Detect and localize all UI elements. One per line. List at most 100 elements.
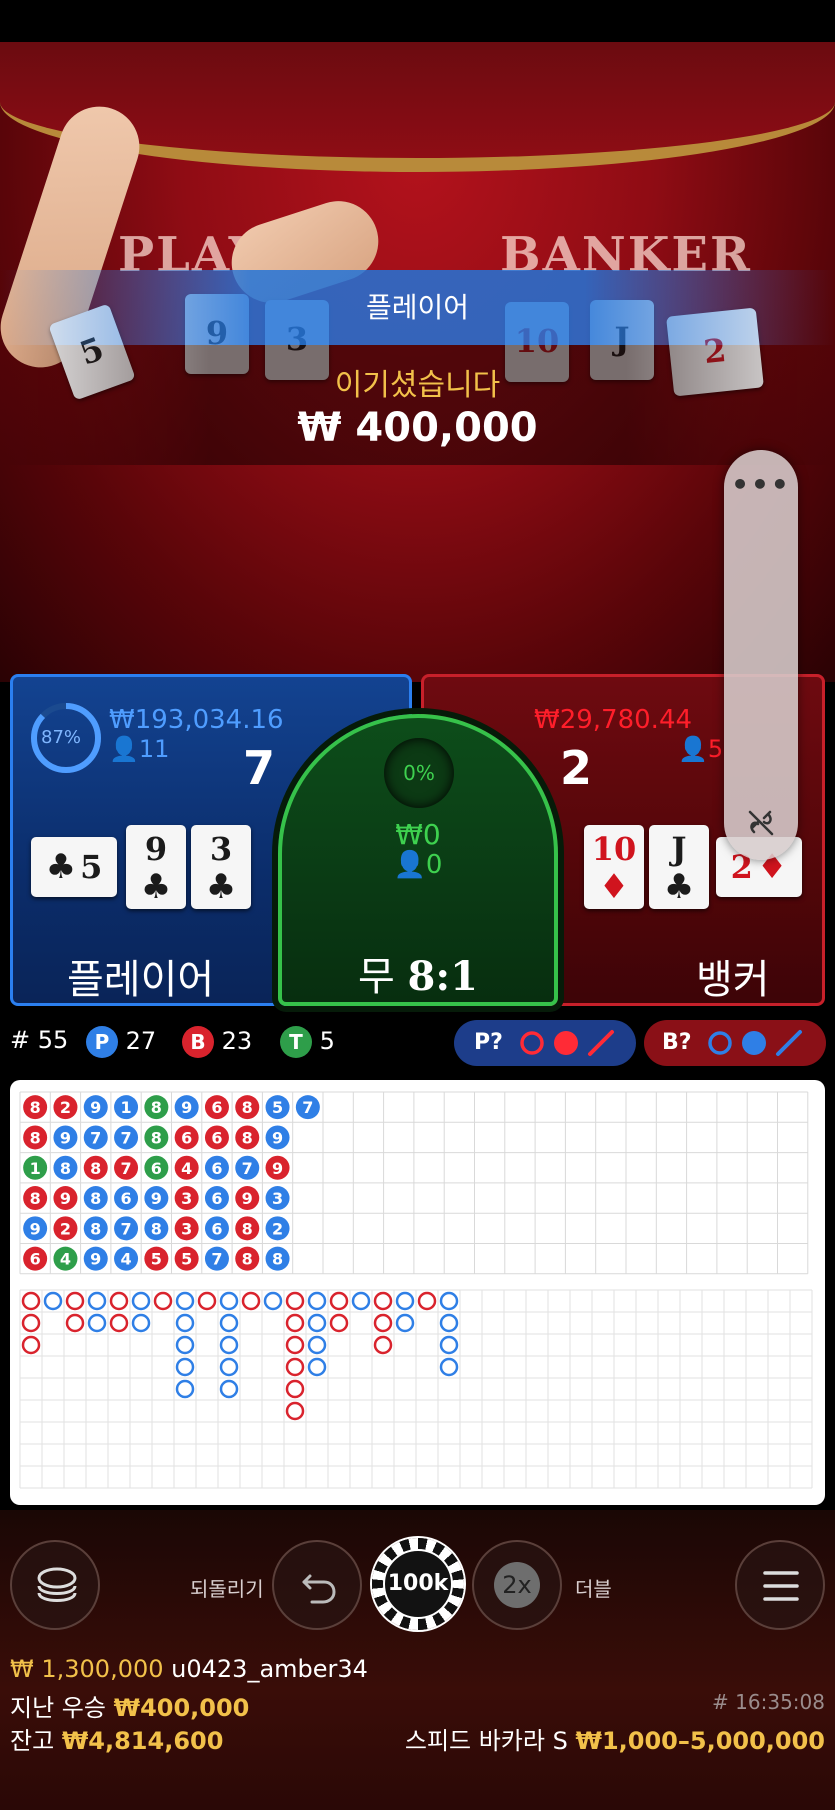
bead-road-result: 9 — [53, 1186, 78, 1211]
bead-road-result: 9 — [83, 1246, 108, 1271]
big-road-mark — [153, 1291, 173, 1311]
bead-road-result: 9 — [53, 1125, 78, 1150]
tie-win-percent: 0% — [403, 761, 435, 785]
bead-road-result: 7 — [114, 1216, 139, 1241]
big-road-mark — [439, 1313, 459, 1333]
bead-road-result: 9 — [23, 1216, 48, 1241]
last-win-amount: ₩400,000 — [113, 1694, 250, 1722]
banker-score: 2 — [560, 741, 593, 795]
bead-road-result: 8 — [235, 1125, 260, 1150]
svg-text:7: 7 — [242, 1159, 253, 1178]
svg-text:9: 9 — [181, 1098, 192, 1117]
side-menu[interactable]: ••• — [724, 450, 798, 860]
menu-button[interactable] — [735, 1540, 825, 1630]
tie-total-bet: ₩0 — [395, 818, 441, 851]
roadmap-panel[interactable]: 8818962989249788891776748869859643356666… — [10, 1080, 825, 1505]
double-button[interactable]: 2x — [472, 1540, 562, 1630]
big-road-mark — [43, 1291, 63, 1311]
bead-road-result: 8 — [83, 1216, 108, 1241]
player-score: 7 — [243, 741, 276, 795]
big-road-mark — [109, 1291, 129, 1311]
banker-predict-button[interactable]: B? — [644, 1020, 826, 1066]
svg-text:9: 9 — [90, 1250, 101, 1269]
bottom-bar: 되돌리기 100k 2x 더블 ₩ 1,300,000 u0423_amber3… — [0, 1510, 835, 1810]
bead-road-result: 8 — [235, 1246, 260, 1271]
bead-road-result: 9 — [83, 1095, 108, 1120]
big-road-mark — [439, 1291, 459, 1311]
player-card-3: 3 ♣ — [191, 825, 251, 909]
svg-text:9: 9 — [30, 1219, 41, 1238]
svg-text:8: 8 — [151, 1098, 162, 1117]
person-icon: 👤 — [109, 735, 139, 763]
svg-text:8: 8 — [242, 1250, 253, 1269]
big-road-mark — [21, 1313, 41, 1333]
player-predict-button[interactable]: P? — [454, 1020, 636, 1066]
last-win-row: 지난 우승 ₩400,000 — [10, 1694, 250, 1722]
bead-road-result: 8 — [144, 1125, 169, 1150]
bead-road-result: 6 — [174, 1125, 199, 1150]
round-number: # 55 — [10, 1026, 69, 1054]
more-button[interactable]: ••• — [724, 468, 798, 501]
tie-bet-spot[interactable]: 0% ₩0 👤0 무 8:1 — [278, 714, 558, 1006]
bead-road-result: 8 — [53, 1155, 78, 1180]
roadmap-grid: 8818962989249788891776748869859643356666… — [19, 1091, 813, 1489]
svg-text:8: 8 — [272, 1250, 283, 1269]
win-amount: ₩ 400,000 — [297, 405, 538, 451]
bead-road-result: 8 — [144, 1095, 169, 1120]
bead-road-result: 8 — [144, 1216, 169, 1241]
undo-button[interactable] — [272, 1540, 362, 1630]
bead-road-result: 7 — [114, 1125, 139, 1150]
bead-road-result: 6 — [204, 1095, 229, 1120]
bead-road-result: 8 — [265, 1246, 290, 1271]
bead-road-result: 3 — [265, 1186, 290, 1211]
big-road-mark — [329, 1313, 349, 1333]
svg-text:7: 7 — [120, 1219, 131, 1238]
big-road-mark — [373, 1335, 393, 1355]
svg-text:6: 6 — [211, 1189, 222, 1208]
svg-text:9: 9 — [60, 1189, 71, 1208]
svg-text:6: 6 — [30, 1250, 41, 1269]
svg-text:6: 6 — [211, 1159, 222, 1178]
winner-label: 플레이어 — [365, 291, 470, 324]
svg-text:5: 5 — [151, 1250, 162, 1269]
big-road-mark — [395, 1291, 415, 1311]
predict-symbols-icon — [520, 1030, 614, 1056]
svg-text:3: 3 — [181, 1219, 192, 1238]
bead-road-result: 9 — [235, 1186, 260, 1211]
svg-text:2: 2 — [60, 1219, 71, 1238]
big-road-mark — [285, 1357, 305, 1377]
big-road-mark — [21, 1291, 41, 1311]
big-road-mark — [351, 1291, 371, 1311]
banker-count: 👤5 — [678, 735, 724, 763]
chip-stack-button[interactable] — [10, 1540, 100, 1630]
svg-text:8: 8 — [151, 1128, 162, 1147]
bead-road-result: 3 — [174, 1216, 199, 1241]
bead-road-result: 9 — [265, 1125, 290, 1150]
bead-road-result: 7 — [114, 1155, 139, 1180]
person-icon: 👤 — [393, 850, 426, 880]
svg-text:7: 7 — [120, 1159, 131, 1178]
bead-road-result: 2 — [53, 1095, 78, 1120]
big-road-mark — [439, 1357, 459, 1377]
tie-win-ring: 0% — [384, 738, 454, 808]
svg-text:7: 7 — [211, 1250, 222, 1269]
bead-road-result: 7 — [295, 1095, 320, 1120]
tie-label: 무 8:1 — [358, 953, 478, 1000]
chip-selector[interactable]: 100k — [372, 1538, 464, 1630]
big-road-mark — [219, 1335, 239, 1355]
svg-text:8: 8 — [90, 1219, 101, 1238]
stats-row: # 55 P 27 B 23 T 5 P? B? — [0, 1018, 835, 1068]
double-icon: 2x — [494, 1562, 540, 1608]
big-road-mark — [65, 1291, 85, 1311]
bead-road-result: 8 — [23, 1095, 48, 1120]
big-road-mark — [109, 1313, 129, 1333]
svg-text:1: 1 — [120, 1098, 131, 1117]
table-limits: ₩1,000–5,000,000 — [575, 1727, 825, 1755]
big-road-mark — [175, 1379, 195, 1399]
balance-row: 잔고 ₩4,814,600 — [10, 1727, 224, 1755]
big-road-mark — [307, 1313, 327, 1333]
svg-text:4: 4 — [181, 1159, 192, 1178]
big-road-mark — [285, 1313, 305, 1333]
current-bet-amount: ₩ 1,300,000 — [10, 1655, 164, 1683]
no-link-icon[interactable] — [744, 806, 778, 840]
